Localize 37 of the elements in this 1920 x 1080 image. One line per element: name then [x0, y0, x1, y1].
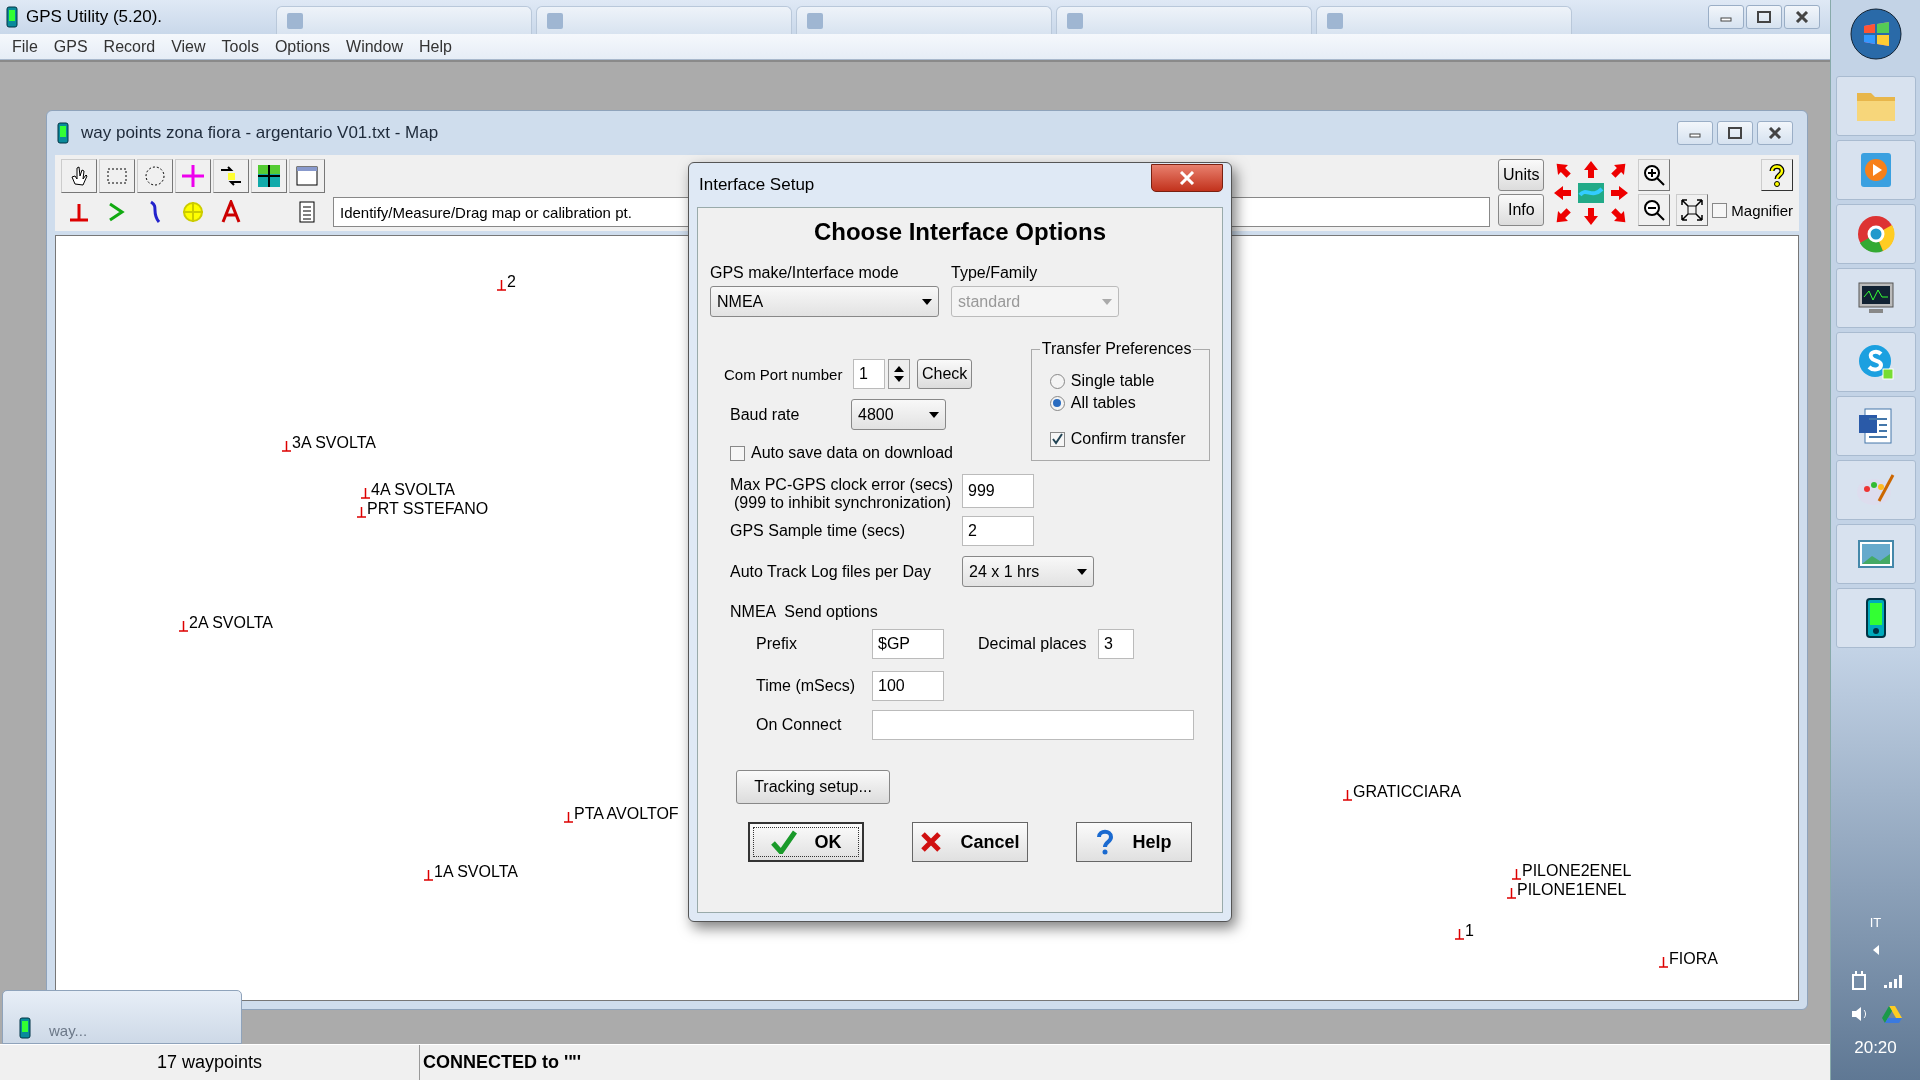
waypoint-label: 4A SVOLTA	[371, 481, 455, 499]
dialog-title: Interface Setup	[699, 175, 815, 195]
field-label: Baud rate	[730, 405, 801, 424]
checkbox-label: Confirm transfer	[1070, 430, 1186, 448]
window-title: way...	[49, 1023, 88, 1039]
status-text: 17 waypoints	[0, 1045, 420, 1080]
field-label: Type/Family	[951, 264, 1039, 282]
field-label: GPS Sample time (secs)	[730, 522, 907, 540]
section-label: NMEA Send options	[730, 603, 879, 621]
field-label: Com Port number	[724, 365, 844, 383]
radio-label: Single table	[1070, 372, 1155, 390]
dialog-heading: Choose Interface Options	[812, 218, 1107, 246]
field-label: Time (mSecs)	[756, 677, 856, 695]
waypoint-label: PTA AVOLTOF	[574, 805, 679, 823]
radio-label: All tables	[1070, 394, 1136, 412]
waypoint-label: 2A SVOLTA	[189, 614, 273, 632]
field-note: (999 to inhibit synchronization)	[733, 494, 952, 512]
field-label: Auto Track Log files per Day	[730, 562, 932, 581]
window-title: way points zona fiora - argentario V01.txt - Map	[81, 123, 439, 143]
waypoint-label: 1	[1465, 922, 1474, 940]
waypoint-label: 3A SVOLTA	[292, 434, 376, 452]
waypoint-label: 1A SVOLTA	[434, 863, 518, 881]
field-label: GPS make/Interface mode	[710, 264, 900, 282]
waypoint-label: PILONE2ENEL	[1522, 862, 1632, 880]
status-text: CONNECTED to '"'	[422, 1051, 582, 1074]
field-label: Auto save data on download	[751, 444, 953, 462]
field-label: Prefix	[756, 635, 798, 653]
waypoint-label: GRATICCIARA	[1353, 783, 1462, 801]
waypoint-label: FIORA	[1669, 950, 1718, 968]
checkbox-label: Magnifier	[1731, 201, 1793, 219]
window-title: GPS Utility (5.20).	[26, 7, 164, 27]
waypoint-label: PRT SSTEFANO	[367, 500, 489, 518]
field-label: Decimal places	[978, 635, 1088, 653]
waypoint-label: 2	[507, 273, 516, 291]
field-label: On Connect	[756, 716, 843, 734]
waypoint-label: PILONE1ENEL	[1517, 881, 1627, 899]
field-label: Max PC-GPS clock error (secs)	[730, 476, 955, 494]
